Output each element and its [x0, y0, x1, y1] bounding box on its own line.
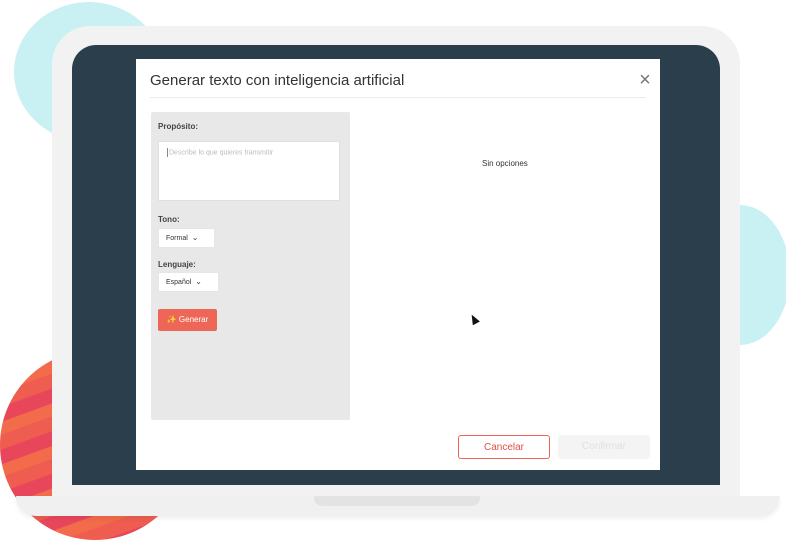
chevron-down-icon: ⌄	[195, 277, 202, 286]
language-value: Español	[166, 279, 192, 286]
ai-text-dialog: Generar texto con inteligencia artificia…	[136, 59, 660, 470]
laptop-notch	[314, 496, 480, 506]
close-icon[interactable]: ×	[636, 70, 654, 90]
cancel-button[interactable]: Cancelar	[458, 435, 550, 459]
purpose-input[interactable]: Describe lo que quieres transmitir	[158, 141, 340, 201]
header-divider	[150, 97, 646, 98]
tone-select[interactable]: Formal ⌄	[158, 228, 215, 248]
magic-wand-icon: ✨	[166, 315, 177, 324]
dialog-title: Generar texto con inteligencia artificia…	[150, 72, 405, 89]
mouse-cursor-icon	[468, 312, 480, 326]
language-select[interactable]: Español ⌄	[158, 272, 219, 292]
purpose-label: Propósito:	[158, 122, 198, 131]
tone-value: Formal	[166, 235, 188, 242]
generation-form-panel: Propósito: Describe lo que quieres trans…	[151, 112, 350, 420]
tone-label: Tono:	[158, 215, 180, 224]
confirm-button[interactable]: Confirmar	[558, 435, 650, 459]
generate-label: Generar	[178, 315, 209, 324]
text-caret	[167, 148, 168, 157]
empty-results-text: Sin opciones	[482, 159, 528, 168]
purpose-placeholder: Describe lo que quieres transmitir	[169, 149, 274, 157]
chevron-down-icon: ⌄	[191, 233, 199, 242]
generate-button[interactable]: ✨ Generar	[158, 309, 217, 331]
language-label: Lenguaje:	[158, 260, 196, 269]
